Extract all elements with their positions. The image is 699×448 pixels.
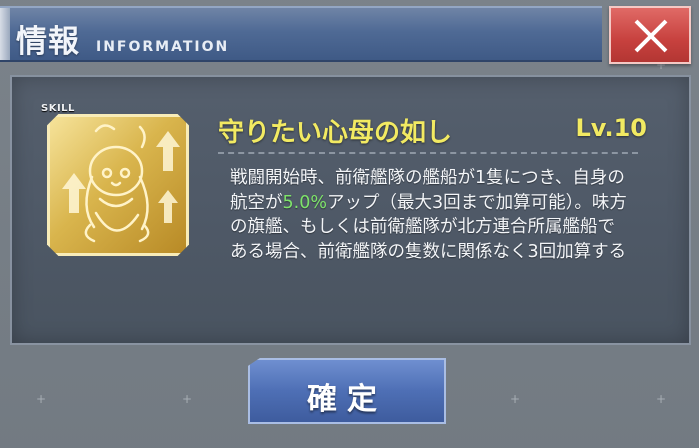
description-highlight-value: 5.0% bbox=[282, 192, 327, 213]
plus-decoration-icon: + bbox=[36, 392, 47, 406]
skill-portrait-icon bbox=[62, 124, 180, 243]
skill-icon bbox=[47, 114, 189, 256]
close-icon bbox=[634, 19, 668, 53]
skill-name: 守りたい心母の如し bbox=[218, 118, 453, 148]
skill-level: Lv.10 bbox=[575, 114, 648, 142]
dialog-header: 情報 INFORMATION bbox=[0, 6, 602, 62]
plus-decoration-icon: + bbox=[182, 392, 193, 406]
dialog-subtitle: INFORMATION bbox=[96, 39, 230, 55]
plus-decoration-icon: + bbox=[656, 392, 667, 406]
dialog-title: 情報 bbox=[16, 24, 80, 60]
confirm-button-label: 確定 bbox=[307, 382, 387, 417]
skill-description: 戦闘開始時、前衛艦隊の艦船が1隻につき、自身の航空が5.0%アップ（最大3回まで… bbox=[230, 166, 630, 264]
confirm-button[interactable]: 確定 bbox=[248, 358, 446, 424]
close-button[interactable] bbox=[609, 6, 691, 64]
divider bbox=[218, 152, 638, 154]
skill-tag: SKILL bbox=[41, 103, 75, 114]
plus-decoration-icon: + bbox=[510, 392, 521, 406]
